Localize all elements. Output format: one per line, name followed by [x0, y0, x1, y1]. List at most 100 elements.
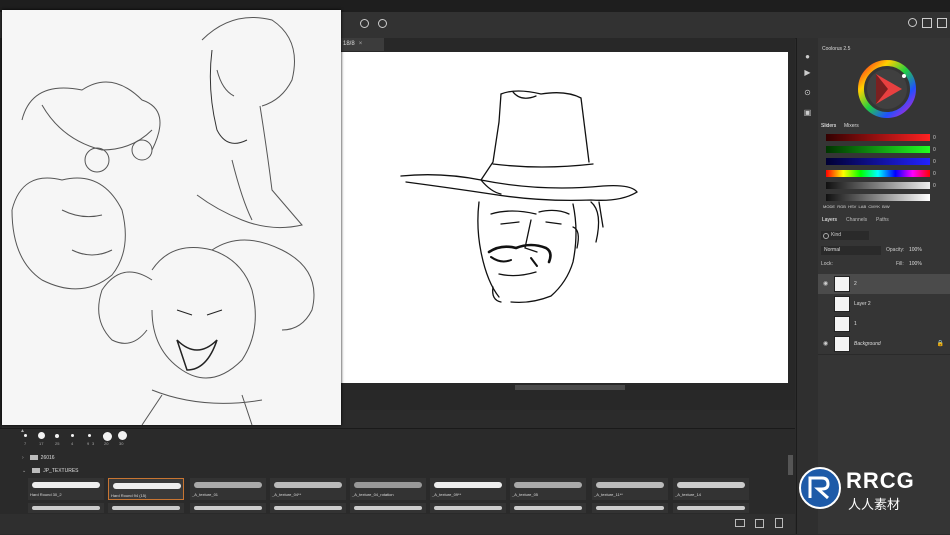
brush-preset[interactable] — [673, 503, 749, 513]
eye-icon[interactable]: ◉ — [823, 340, 828, 347]
layer-filter[interactable]: Kind — [821, 231, 869, 240]
layer-name: 1 — [854, 321, 857, 327]
hue-slider[interactable] — [826, 170, 930, 177]
size-number: 7 — [24, 441, 27, 446]
search-icon[interactable] — [908, 18, 917, 27]
brush-preset[interactable]: Hard Round 30_2 — [28, 478, 104, 500]
drawing-canvas[interactable] — [341, 52, 788, 383]
brush-stroke-preview — [596, 506, 664, 510]
layer-row[interactable]: 1 — [818, 314, 950, 335]
fill-label: Fill: — [896, 261, 904, 267]
brush-stroke-preview — [514, 506, 582, 510]
blend-mode-select[interactable]: Normal — [821, 246, 881, 255]
eye-icon[interactable]: ◉ — [823, 280, 828, 287]
color-modes[interactable]: MODE RGB HSV LAB CMYK B/W — [823, 204, 890, 209]
lock-icon: 🔒 — [936, 341, 944, 347]
brush-size-17[interactable] — [38, 432, 45, 439]
brush-preset[interactable] — [430, 503, 506, 513]
layer-row[interactable]: Layer 2 — [818, 294, 950, 315]
slider-value: 0 — [933, 171, 936, 177]
brightness-slider[interactable] — [826, 182, 930, 189]
properties-icon[interactable]: ▣ — [803, 108, 812, 117]
layer-thumbnail — [834, 296, 850, 312]
document-tab[interactable]: 18/8 × — [340, 38, 384, 51]
brush-size-20[interactable] — [103, 432, 112, 441]
brush-size-25[interactable] — [55, 434, 59, 438]
brush-group-jp-textures[interactable]: ⌄ JP_TEXTURES — [22, 468, 79, 474]
vertical-scrollbar[interactable] — [788, 455, 793, 475]
brush-preset[interactable]: _A_texture_09** — [430, 478, 506, 500]
sliders-tab[interactable]: Sliders — [821, 123, 836, 129]
brush-preset[interactable] — [190, 503, 266, 513]
brush-stroke-preview — [354, 506, 422, 510]
fill-value[interactable]: 100% — [909, 261, 922, 267]
brush-preset[interactable]: _A_texture_11** — [592, 478, 668, 500]
brush-size-30[interactable] — [118, 431, 127, 440]
brush-preset[interactable]: _A_texture_14 — [673, 478, 749, 500]
brush-preset[interactable]: _A_texture_04_rotation — [350, 478, 426, 500]
color-panel-icon[interactable]: ● — [803, 52, 812, 61]
search-icon — [823, 233, 829, 239]
brush-preset-label: Hard Round 30_2 — [30, 492, 62, 497]
trash-icon[interactable] — [775, 518, 783, 528]
brush-preset[interactable]: _A_texture_05 — [510, 478, 586, 500]
brush-preset-selected[interactable]: Hard Round 94 (15) — [108, 478, 184, 500]
brush-stroke-preview — [677, 506, 745, 510]
brush-stroke-preview — [113, 483, 181, 489]
red-slider[interactable] — [826, 134, 930, 141]
brush-preset[interactable] — [350, 503, 426, 513]
brush-stroke-preview — [32, 482, 100, 488]
brush-stroke-preview — [354, 482, 422, 488]
tab-layers[interactable]: Layers — [822, 217, 837, 223]
brush-preset[interactable]: _A_texture_01 — [190, 478, 266, 500]
layer-row[interactable]: ◉ 2 — [818, 274, 950, 295]
cowboy-sketch — [400, 90, 638, 304]
horizontal-scrollbar[interactable] — [515, 385, 625, 390]
reference-sketch-image[interactable] — [2, 10, 341, 426]
brush-preset[interactable]: _A_texture_04** — [270, 478, 346, 500]
play-icon[interactable]: ▶ — [803, 68, 812, 77]
brush-size-9[interactable] — [88, 434, 91, 437]
share-icon[interactable] — [937, 18, 947, 28]
opacity-value[interactable]: 100% — [909, 247, 922, 253]
rrcg-logo-icon — [799, 467, 841, 509]
brush-group-26016[interactable]: › 26016 — [22, 455, 55, 461]
brushes-footer — [0, 514, 795, 534]
brush-preset-label: _A_texture_04_rotation — [352, 492, 394, 497]
brush-preset[interactable] — [270, 503, 346, 513]
airbrush-icon[interactable] — [378, 19, 387, 28]
gray-slider[interactable] — [826, 194, 930, 201]
color-wheel[interactable] — [858, 60, 916, 118]
brush-stroke-preview — [596, 482, 664, 488]
workspace-icon[interactable] — [922, 18, 932, 28]
brush-tool-icon[interactable] — [360, 19, 369, 28]
brush-stroke-preview — [677, 482, 745, 488]
brush-size-7[interactable] — [24, 434, 27, 437]
green-slider[interactable] — [826, 146, 930, 153]
tab-paths[interactable]: Paths — [876, 217, 889, 223]
watermark-sub: 人人素材 — [848, 497, 901, 512]
brush-preset-label: _A_texture_05 — [512, 492, 539, 497]
new-brush-icon[interactable] — [755, 519, 764, 528]
brush-preset[interactable] — [108, 503, 184, 513]
history-icon[interactable]: ⊙ — [803, 88, 812, 97]
size-number: 3 — [92, 441, 95, 446]
slider-value: 0 — [933, 159, 936, 165]
brush-preset-label: _A_texture_09** — [432, 492, 462, 497]
brush-preset-label: _A_texture_14 — [675, 492, 702, 497]
brush-stroke-preview — [274, 506, 342, 510]
blue-slider[interactable] — [826, 158, 930, 165]
brush-stroke-preview — [194, 482, 262, 488]
blend-mode-value: Normal — [824, 247, 841, 253]
mixers-tab[interactable]: Mixers — [844, 123, 859, 129]
close-icon[interactable]: × — [359, 41, 363, 47]
layer-row[interactable]: ◉ Background 🔒 — [818, 334, 950, 355]
brush-preset[interactable] — [592, 503, 668, 513]
tab-channels[interactable]: Channels — [846, 217, 867, 223]
new-group-icon[interactable] — [735, 519, 745, 527]
brush-size-4[interactable] — [71, 434, 74, 437]
brush-preset[interactable] — [28, 503, 104, 513]
opacity-label: Opacity: — [886, 247, 905, 253]
brush-preset[interactable] — [510, 503, 586, 513]
size-number: 4 — [71, 441, 74, 446]
